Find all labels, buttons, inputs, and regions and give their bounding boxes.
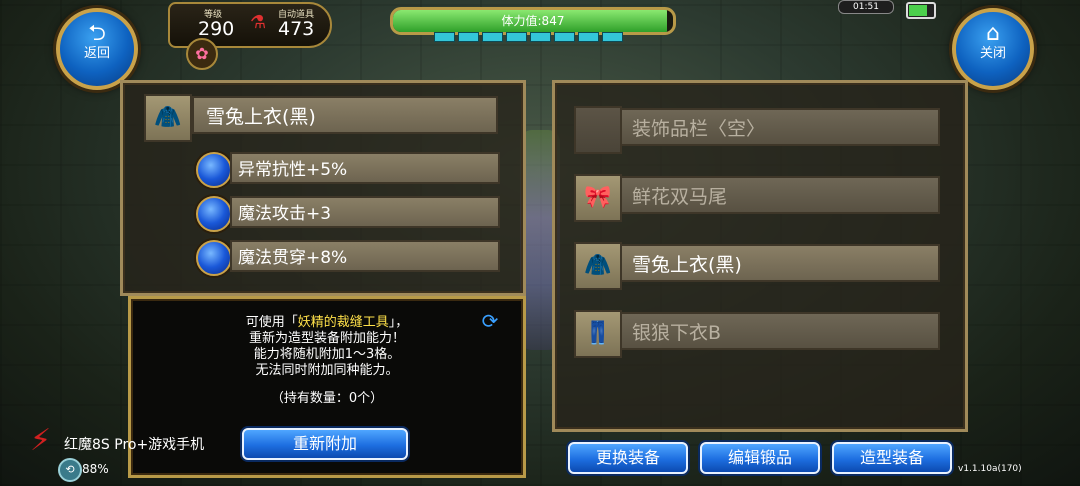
potion-value: 473: [278, 18, 315, 40]
energy-segment: [482, 32, 503, 42]
home-icon: ⌂: [986, 21, 1000, 46]
stamina-bar: 体力值:847: [390, 7, 676, 35]
attribute-orb-icon: [196, 196, 232, 232]
refresh-icon[interactable]: ⟳: [478, 310, 502, 332]
slot-accessory[interactable]: 装饰品栏〈空〉: [620, 108, 940, 146]
clock: 01:51: [838, 0, 894, 14]
gift-icon[interactable]: ✿: [186, 38, 218, 70]
stamina-text: 体力值:847: [501, 14, 565, 28]
owned-count: （持有数量：0个）: [270, 391, 384, 406]
selected-item-name: 雪兔上衣(黑): [192, 96, 498, 134]
battery-percent: 88%: [82, 462, 109, 476]
jacket-icon: 🧥: [144, 94, 192, 142]
version-text: v1.1.10a(170): [958, 464, 1022, 474]
brand-watermark: 红魔8S Pro+游戏手机: [64, 437, 205, 453]
energy-segment: [530, 32, 551, 42]
attribute-row[interactable]: 异常抗性+5%: [230, 152, 500, 184]
brand-logo-icon: ⚡: [30, 423, 52, 458]
energy-segment: [578, 32, 599, 42]
attribute-row[interactable]: 魔法贯穿+8%: [230, 240, 500, 272]
change-equipment-button[interactable]: 更换装备: [568, 442, 688, 474]
info-suffix: 」，: [388, 315, 409, 330]
info-line-4: 无法同时附加同种能力。: [255, 363, 399, 378]
energy-segment: [602, 32, 623, 42]
battery-icon: [906, 2, 936, 19]
slot-top[interactable]: 雪兔上衣(黑): [620, 244, 940, 282]
slot-bottom[interactable]: 银狼下衣B: [620, 312, 940, 350]
back-label: 返回: [83, 46, 110, 61]
potion-icon: ⚗: [250, 12, 267, 33]
clock-text: 01:51: [853, 2, 879, 12]
attribute-orb-icon: [196, 240, 232, 276]
flower-bow-icon: 🎀: [574, 174, 622, 222]
energy-segment: [554, 32, 575, 42]
slot-hair[interactable]: 鲜花双马尾: [620, 176, 940, 214]
reattach-button[interactable]: 重新附加: [242, 428, 408, 460]
back-button[interactable]: ⮌ 返回: [56, 8, 138, 90]
info-prefix: 可使用「: [245, 315, 298, 330]
pants-icon: 👖: [574, 310, 622, 358]
back-arrow-icon: ⮌: [88, 21, 106, 46]
close-button[interactable]: ⌂ 关闭: [952, 8, 1034, 90]
empty-slot-icon: [574, 106, 622, 154]
style-equipment-button[interactable]: 造型装备: [832, 442, 952, 474]
edit-forge-button[interactable]: 编辑锻品: [700, 442, 820, 474]
energy-segments: [434, 32, 623, 42]
info-line-2: 重新为造型装备附加能力！: [248, 331, 405, 346]
attribute-row[interactable]: 魔法攻击+3: [230, 196, 500, 228]
info-line-3: 能力将随机附加1～3格。: [253, 347, 401, 362]
close-label: 关闭: [979, 46, 1006, 61]
sync-icon: ⟲: [58, 458, 82, 482]
info-line-1: 可使用「妖精的裁缝工具」，: [131, 315, 523, 331]
energy-segment: [458, 32, 479, 42]
level-value: 290: [198, 18, 235, 40]
jacket-icon: 🧥: [574, 242, 622, 290]
energy-segment: [434, 32, 455, 42]
attribute-orb-icon: [196, 152, 232, 188]
item-highlight: 妖精的裁缝工具: [297, 315, 389, 330]
energy-segment: [506, 32, 527, 42]
